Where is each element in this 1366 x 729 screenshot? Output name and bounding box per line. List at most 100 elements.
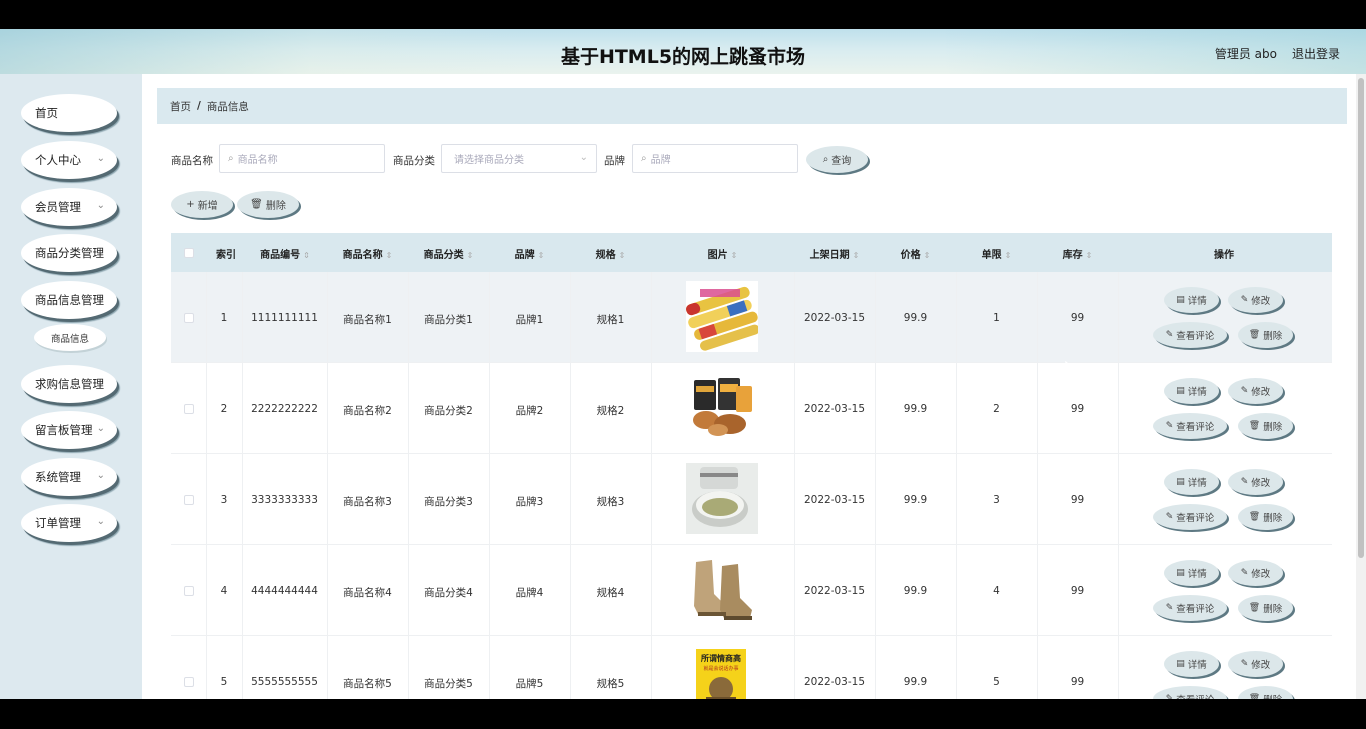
sidebar-item-label: 求购信息管理 — [35, 377, 104, 391]
edit-button[interactable]: ✎ 修改 — [1228, 560, 1283, 586]
view-comments-button[interactable]: ✎查看评论 — [1153, 413, 1227, 439]
sidebar-item-label: 订单管理 — [35, 516, 81, 530]
cell-code: 3333333333 — [251, 494, 318, 506]
header-image[interactable]: 图片 ⇕ — [651, 246, 794, 261]
book-image: 所谓情商高 就是会说话办事 — [686, 645, 758, 699]
header-label: 规格 — [595, 250, 616, 261]
row-checkbox[interactable] — [184, 404, 194, 414]
cell-category: 商品分类2 — [424, 405, 473, 417]
header-category[interactable]: 商品分类 ⇕ — [408, 246, 489, 261]
edit-icon: ✎ — [1240, 386, 1249, 396]
sidebar-item-product-management[interactable]: 商品信息管理 — [21, 281, 117, 319]
cell-name: 商品名称4 — [343, 587, 392, 599]
header-label: 品牌 — [514, 250, 535, 261]
delete-label: 删除 — [1263, 331, 1283, 342]
edit-icon: ✎ — [1240, 295, 1249, 305]
sidebar-item-home[interactable]: 首页 — [21, 94, 117, 132]
sidebar-item-label: 商品分类管理 — [35, 246, 104, 260]
brand-input-placeholder: 品牌 — [650, 155, 671, 166]
sort-icon: ⇕ — [852, 251, 860, 260]
view-comments-button[interactable]: ✎查看评论 — [1153, 595, 1227, 621]
edit-label: 修改 — [1251, 296, 1271, 307]
sidebar-item-member-management[interactable]: 会员管理 ⌄ — [21, 188, 117, 226]
cell-index: 4 — [220, 585, 228, 597]
product-image-packaged-snacks[interactable] — [686, 372, 758, 443]
delete-button[interactable]: 🗑删除 — [1238, 504, 1293, 530]
row-checkbox[interactable] — [184, 677, 194, 687]
header-limit[interactable]: 单限 ⇕ — [956, 246, 1037, 261]
table-row: 2 2222222222 商品名称2 商品分类2 品牌2 规格2 2022-03… — [171, 363, 1332, 454]
header-price[interactable]: 价格 ⇕ — [875, 246, 956, 261]
product-image-book[interactable]: 所谓情商高 就是会说话办事 — [686, 645, 758, 699]
chevron-down-icon: ⌄ — [96, 200, 105, 211]
document-icon: ▤ — [1176, 659, 1185, 669]
breadcrumb-home[interactable]: 首页 — [170, 99, 191, 114]
detail-button[interactable]: ▤ 详情 — [1164, 378, 1219, 404]
detail-label: 详情 — [1187, 569, 1207, 580]
view-comments-button[interactable]: ✎查看评论 — [1153, 322, 1227, 348]
sidebar-item-order-management[interactable]: 订单管理 ⌄ — [21, 504, 117, 542]
select-all-checkbox[interactable] — [184, 248, 194, 258]
cell-spec: 规格3 — [596, 496, 625, 508]
cell-index: 5 — [220, 676, 228, 688]
category-select[interactable]: 请选择商品分类 ⌄ — [441, 144, 597, 173]
sidebar-item-label: 留言板管理 — [35, 423, 93, 437]
detail-button[interactable]: ▤ 详情 — [1164, 469, 1219, 495]
logout-link[interactable]: 退出登录 — [1292, 45, 1340, 62]
book-cover-title: 所谓情商高 — [700, 653, 741, 663]
cell-spec: 规格4 — [596, 587, 625, 599]
detail-button[interactable]: ▤ 详情 — [1164, 560, 1219, 586]
header-date[interactable]: 上架日期 ⇕ — [794, 246, 875, 261]
detail-label: 详情 — [1187, 296, 1207, 307]
batch-delete-button[interactable]: 🗑 删除 — [237, 191, 299, 218]
plus-icon: + — [186, 199, 195, 210]
product-image-boots[interactable] — [686, 554, 758, 625]
view-comments-button[interactable]: ✎查看评论 — [1153, 504, 1227, 530]
vertical-scrollbar[interactable] — [1356, 74, 1366, 699]
header-label: 图片 — [707, 250, 728, 261]
edit-button[interactable]: ✎ 修改 — [1228, 287, 1283, 313]
detail-button[interactable]: ▤ 详情 — [1164, 651, 1219, 677]
product-image-cream-jar[interactable] — [686, 463, 758, 534]
sidebar-item-category-management[interactable]: 商品分类管理 — [21, 234, 117, 272]
header-code[interactable]: 商品编号 ⇕ — [243, 246, 327, 261]
header-brand[interactable]: 品牌 ⇕ — [489, 246, 570, 261]
brand-search-input[interactable]: ⌕ 品牌 — [632, 144, 798, 173]
product-image-snack-rolls[interactable] — [686, 281, 758, 352]
header-name[interactable]: 商品名称 ⇕ — [327, 246, 408, 261]
sort-icon: ⇕ — [618, 251, 626, 260]
cell-limit: 1 — [993, 312, 1000, 324]
delete-button[interactable]: 🗑删除 — [1238, 595, 1293, 621]
row-checkbox[interactable] — [184, 313, 194, 323]
detail-button[interactable]: ▤ 详情 — [1164, 287, 1219, 313]
sidebar-item-personal-center[interactable]: 个人中心 ⌄ — [21, 141, 117, 179]
header-spec[interactable]: 规格 ⇕ — [570, 246, 651, 261]
cell-limit: 3 — [993, 494, 1000, 506]
edit-button[interactable]: ✎ 修改 — [1228, 378, 1283, 404]
delete-button[interactable]: 🗑删除 — [1238, 413, 1293, 439]
edit-button[interactable]: ✎ 修改 — [1228, 469, 1283, 495]
sidebar-item-message-board[interactable]: 留言板管理 ⌄ — [21, 411, 117, 449]
name-search-input[interactable]: ⌕ 商品名称 — [219, 144, 385, 173]
add-button[interactable]: + 新增 — [171, 191, 233, 218]
delete-button[interactable]: 🗑删除 — [1238, 686, 1293, 699]
site-title: 基于HTML5的网上跳蚤市场 — [560, 46, 806, 68]
sidebar-item-wanted-management[interactable]: 求购信息管理 — [21, 365, 117, 403]
sidebar-item-system-management[interactable]: 系统管理 ⌄ — [21, 458, 117, 496]
name-filter-label: 商品名称 — [171, 155, 213, 167]
row-checkbox[interactable] — [184, 586, 194, 596]
view-comments-button[interactable]: ✎查看评论 — [1153, 686, 1227, 699]
main-content: 首页 / 商品信息 商品名称 ⌕ 商品名称 商品分类 请选择商品分类 ⌄ 品牌 ⌕… — [142, 74, 1356, 699]
comments-label: 查看评论 — [1176, 604, 1215, 615]
row-checkbox[interactable] — [184, 495, 194, 505]
scrollbar-thumb[interactable] — [1358, 78, 1364, 558]
header-stock[interactable]: 库存 ⇕ — [1037, 246, 1118, 261]
search-button-label: 查询 — [831, 156, 852, 167]
search-button[interactable]: ⌕ 查询 — [806, 146, 868, 173]
edit-button[interactable]: ✎ 修改 — [1228, 651, 1283, 677]
delete-button[interactable]: 🗑删除 — [1238, 322, 1293, 348]
cell-code: 2222222222 — [251, 403, 318, 415]
add-button-label: 新增 — [197, 201, 218, 212]
sidebar-subitem-product-info[interactable]: 商品信息 — [34, 324, 106, 351]
sidebar-item-label: 系统管理 — [35, 470, 81, 484]
